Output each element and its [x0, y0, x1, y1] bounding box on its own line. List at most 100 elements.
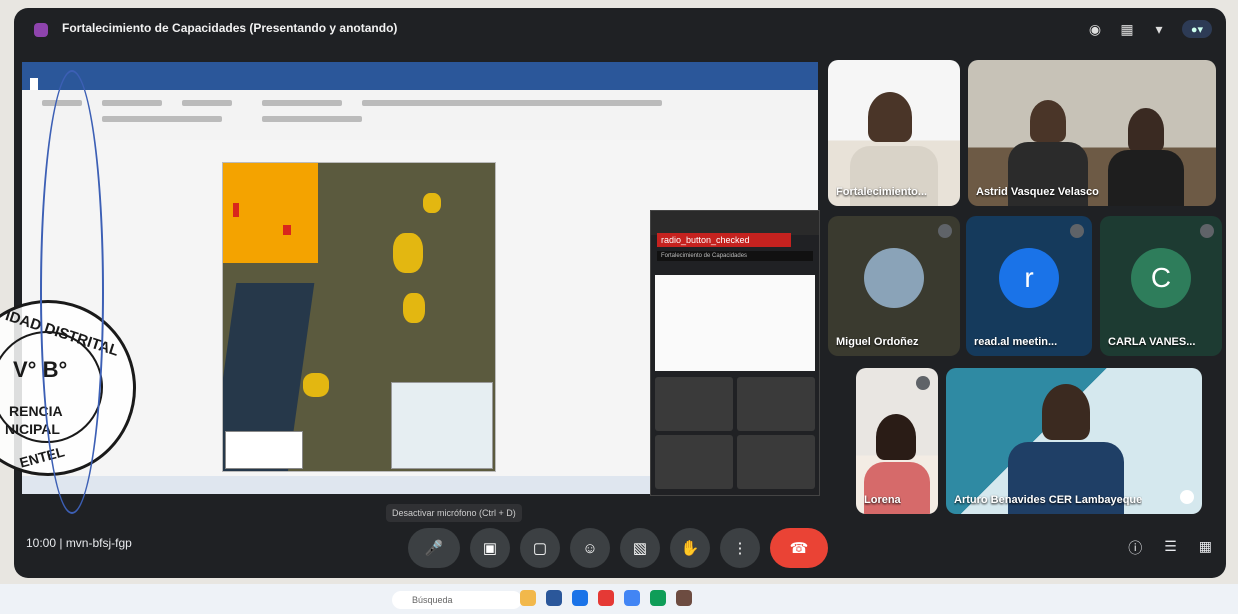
- participant-head: [1042, 384, 1090, 440]
- emoji-icon: ☺: [582, 539, 598, 557]
- participant-tile[interactable]: Fortalecimiento...: [828, 60, 960, 206]
- hand-icon: ✋: [680, 540, 700, 557]
- presentation-icon: [34, 23, 48, 37]
- map-yellow-area: [403, 293, 425, 323]
- mic-off-icon: [916, 376, 930, 390]
- windows-taskbar: Búsqueda: [0, 584, 1238, 614]
- preview-slide: [655, 275, 815, 371]
- preview-tile: [655, 377, 733, 431]
- ribbon-styles[interactable]: [362, 100, 662, 106]
- map-image: [222, 162, 496, 472]
- preview-tile: [737, 435, 815, 489]
- map-yellow-area: [393, 233, 423, 273]
- top-right-controls: ◉ ▦ ▾ ●▾: [1086, 20, 1212, 38]
- participant-tile[interactable]: Arturo Benavides CER Lambayeque: [946, 368, 1202, 514]
- participant-tile[interactable]: C CARLA VANES...: [1100, 216, 1222, 356]
- participant-name: CARLA VANES...: [1108, 336, 1196, 348]
- preview-tile: [737, 377, 815, 431]
- participant-name: Arturo Benavides CER Lambayeque: [954, 494, 1143, 506]
- participant-name: Lorena: [864, 494, 901, 506]
- ribbon-control[interactable]: [262, 116, 362, 122]
- app-icon[interactable]: [598, 590, 614, 606]
- avatar: r: [999, 247, 1059, 308]
- map-red-patch: [283, 225, 291, 235]
- mic-off-icon: [1200, 224, 1214, 238]
- preview-grid: [655, 377, 815, 489]
- word-menu: [22, 78, 818, 90]
- app-icon[interactable]: [650, 590, 666, 606]
- map-inset: [391, 382, 493, 469]
- participant-name: read.al meetin...: [974, 336, 1058, 348]
- mic-button[interactable]: 🎤: [408, 528, 460, 568]
- participant-tile[interactable]: r read.al meetin...: [966, 216, 1092, 356]
- taskbar-apps: [520, 590, 692, 606]
- layout-icon[interactable]: ▦: [1118, 20, 1136, 38]
- avatar: C: [1131, 247, 1191, 308]
- ribbon-control[interactable]: [182, 100, 232, 106]
- info-icon[interactable]: ⓘ: [1128, 538, 1142, 558]
- mic-off-icon: [938, 224, 952, 238]
- people-icon[interactable]: ☰: [1164, 538, 1177, 558]
- raise-hand-button[interactable]: ✋: [670, 528, 710, 568]
- more-icon: ⋮: [732, 540, 748, 557]
- participant-head: [868, 92, 912, 142]
- preview-header: [651, 211, 819, 235]
- ribbon-control[interactable]: [102, 100, 162, 106]
- present-button[interactable]: ▢: [520, 528, 560, 568]
- phone-hangup-icon: ☎: [789, 540, 809, 557]
- preview-tile: [655, 435, 733, 489]
- map-yellow-area: [303, 373, 329, 397]
- word-icon[interactable]: [546, 590, 562, 606]
- map-legend: [225, 431, 303, 469]
- participant-head: [1128, 108, 1164, 152]
- emoji-button[interactable]: ☺: [570, 528, 610, 568]
- present-icon: ▢: [532, 540, 548, 557]
- participant-head: [1030, 100, 1066, 142]
- participant-body: [1108, 150, 1184, 206]
- word-title-bar: [22, 62, 818, 78]
- participant-name: Miguel Ordoñez: [836, 336, 919, 348]
- ribbon-control[interactable]: [262, 100, 342, 106]
- pen-annotation: [40, 70, 104, 514]
- map-yellow-area: [423, 193, 441, 213]
- participant-body: [864, 462, 930, 514]
- participant-name: Astrid Vasquez Velasco: [976, 186, 1099, 198]
- account-icon[interactable]: ●▾: [1182, 20, 1212, 38]
- ribbon-control[interactable]: [102, 116, 222, 122]
- presentation-preview-panel: radio_button_checked Fortalecimiento de …: [650, 210, 820, 496]
- recording-label: radio_button_checked: [657, 233, 791, 247]
- participant-name: Fortalecimiento...: [836, 186, 928, 198]
- record-icon[interactable]: ◉: [1086, 20, 1104, 38]
- bottom-bar: Desactivar micrófono (Ctrl + D) 10:00 | …: [14, 504, 1226, 578]
- mic-tooltip: Desactivar micrófono (Ctrl + D): [386, 504, 522, 522]
- chevron-down-icon[interactable]: ▾: [1150, 20, 1168, 38]
- right-controls: ⓘ ☰ ▦: [1128, 538, 1212, 558]
- top-bar: Fortalecimiento de Capacidades (Presenta…: [14, 8, 1226, 52]
- leave-call-button[interactable]: ☎: [770, 528, 828, 568]
- preview-bar: Fortalecimiento de Capacidades: [657, 251, 813, 261]
- mic-off-icon: [1070, 224, 1084, 238]
- participant-tile[interactable]: Astrid Vasquez Velasco: [968, 60, 1216, 206]
- pin-icon[interactable]: [1180, 490, 1194, 504]
- edge-icon[interactable]: [572, 590, 588, 606]
- file-explorer-icon[interactable]: [520, 590, 536, 606]
- call-controls: 🎤 ▣ ▢ ☺ ▧ ✋ ⋮ ☎: [408, 528, 828, 568]
- captions-button[interactable]: ▧: [620, 528, 660, 568]
- participant-tile[interactable]: Miguel Ordoñez: [828, 216, 960, 356]
- captions-icon: ▧: [632, 540, 648, 557]
- app-icon[interactable]: [676, 590, 692, 606]
- microphone-icon: 🎤: [424, 540, 444, 557]
- participant-tile[interactable]: Lorena: [856, 368, 938, 514]
- more-options-button[interactable]: ⋮: [720, 528, 760, 568]
- activities-icon[interactable]: ▦: [1199, 538, 1212, 558]
- chrome-icon[interactable]: [624, 590, 640, 606]
- map-red-patch: [233, 203, 239, 217]
- meeting-title: Fortalecimiento de Capacidades (Presenta…: [62, 21, 398, 35]
- taskbar-search[interactable]: Búsqueda: [392, 591, 522, 609]
- word-ribbon: [22, 90, 818, 141]
- word-tab-active[interactable]: [30, 78, 38, 90]
- participant-head: [876, 414, 916, 460]
- camera-button[interactable]: ▣: [470, 528, 510, 568]
- camera-icon: ▣: [482, 540, 498, 557]
- meet-window: Fortalecimiento de Capacidades (Presenta…: [14, 8, 1226, 578]
